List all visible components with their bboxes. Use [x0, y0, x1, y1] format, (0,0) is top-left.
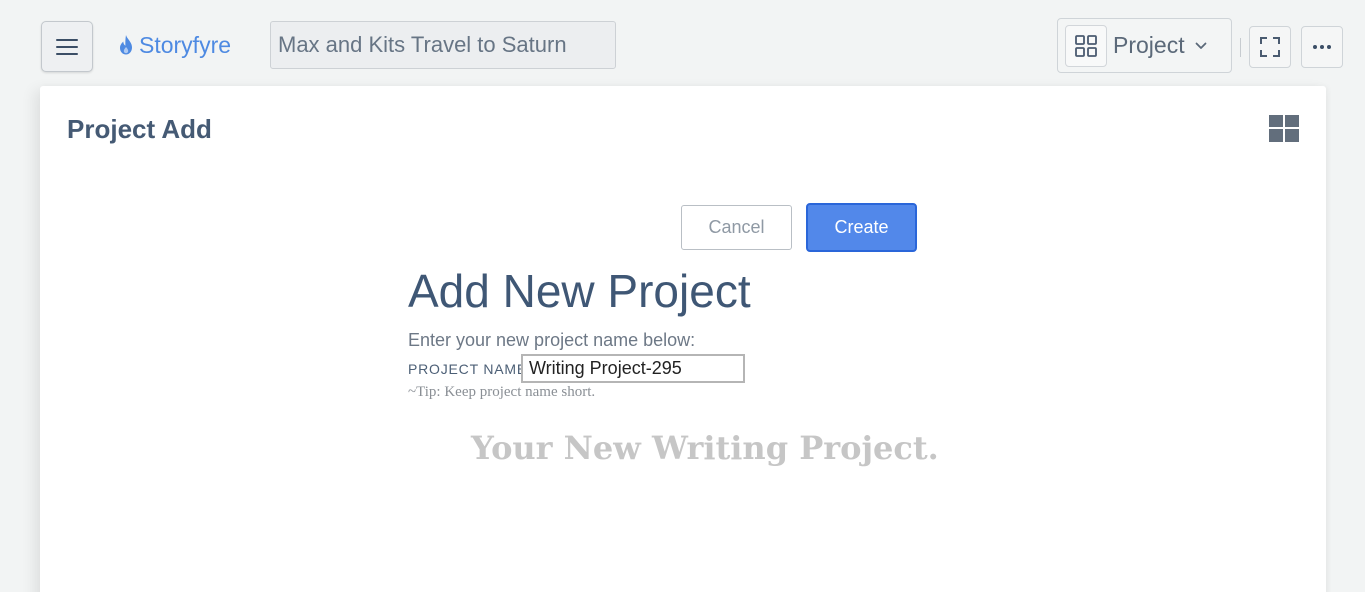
- current-project-title-text: Max and Kits Travel to Saturn: [278, 32, 567, 57]
- project-name-input[interactable]: [521, 354, 745, 383]
- hamburger-icon: [56, 38, 78, 55]
- menu-button[interactable]: [41, 21, 93, 72]
- project-switch-dropdown[interactable]: Project: [1057, 18, 1232, 73]
- project-add-panel: Project Add Cancel Create Add New Projec…: [40, 86, 1326, 592]
- ellipsis-icon: [1313, 45, 1331, 49]
- page-heading: Add New Project: [408, 265, 751, 317]
- more-options-button[interactable]: [1301, 26, 1343, 68]
- cancel-button[interactable]: Cancel: [681, 205, 792, 250]
- grid-icon: [1075, 34, 1097, 57]
- current-project-title[interactable]: Max and Kits Travel to Saturn: [270, 21, 616, 69]
- flame-icon: [120, 35, 132, 55]
- project-switch-label: Project: [1113, 32, 1185, 58]
- tip-text: ~Tip: Keep project name short.: [408, 384, 596, 400]
- instructions-text: Enter your new project name below:: [408, 330, 696, 350]
- layout-grid-icon[interactable]: [1268, 114, 1300, 148]
- tagline-text: Your New Writing Project.: [471, 429, 939, 467]
- fullscreen-button[interactable]: [1249, 26, 1291, 68]
- chevron-down-icon: [1195, 42, 1207, 50]
- grid-icon-button: [1065, 24, 1107, 67]
- brand-name: Storyfyre: [139, 31, 232, 58]
- top-bar: Storyfyre Max and Kits Travel to Saturn …: [0, 0, 1365, 86]
- brand-link[interactable]: Storyfyre: [117, 30, 231, 60]
- create-button[interactable]: Create: [806, 203, 917, 252]
- expand-icon: [1260, 37, 1280, 57]
- toolbar-divider: [1240, 38, 1241, 57]
- panel-title: Project Add: [67, 114, 212, 144]
- project-name-label: PROJECT NAME: [408, 361, 528, 377]
